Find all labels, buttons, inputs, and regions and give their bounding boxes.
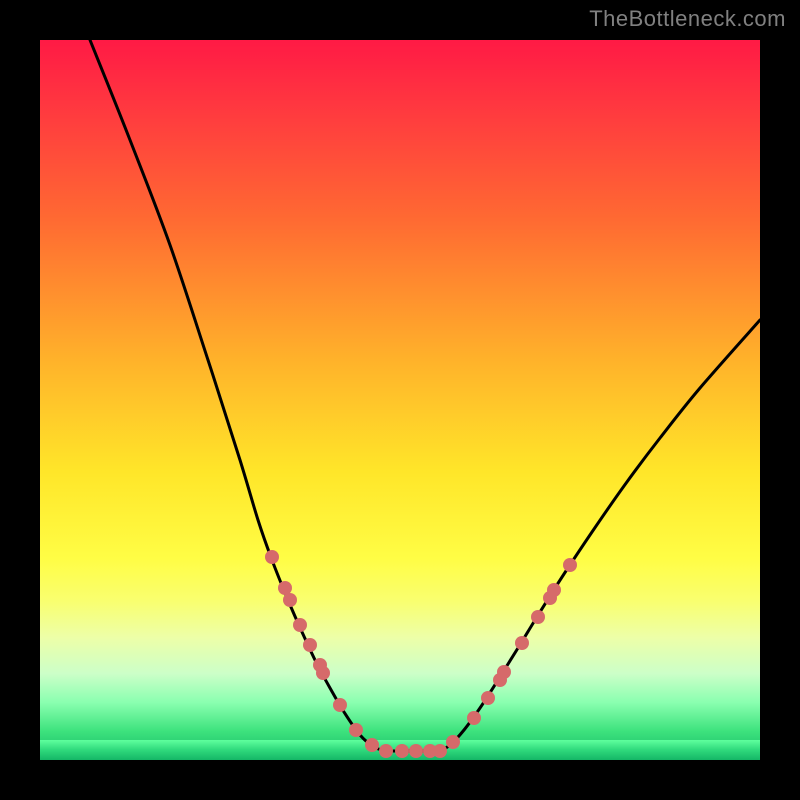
- data-marker: [349, 723, 363, 737]
- data-marker: [481, 691, 495, 705]
- watermark-text: TheBottleneck.com: [589, 6, 786, 32]
- data-marker: [563, 558, 577, 572]
- plot-area: [40, 40, 760, 760]
- data-marker: [446, 735, 460, 749]
- data-marker: [497, 665, 511, 679]
- data-marker: [467, 711, 481, 725]
- data-marker: [547, 583, 561, 597]
- data-marker: [283, 593, 297, 607]
- right-curve: [440, 320, 760, 751]
- data-marker: [395, 744, 409, 758]
- chart-frame: TheBottleneck.com: [0, 0, 800, 800]
- data-marker: [379, 744, 393, 758]
- data-marker: [433, 744, 447, 758]
- chart-svg: [40, 40, 760, 760]
- data-marker: [265, 550, 279, 564]
- data-marker: [365, 738, 379, 752]
- data-marker: [515, 636, 529, 650]
- data-marker: [303, 638, 317, 652]
- data-marker: [333, 698, 347, 712]
- data-marker: [293, 618, 307, 632]
- data-marker: [531, 610, 545, 624]
- data-marker: [316, 666, 330, 680]
- left-curve: [90, 40, 386, 751]
- data-marker: [278, 581, 292, 595]
- data-marker: [409, 744, 423, 758]
